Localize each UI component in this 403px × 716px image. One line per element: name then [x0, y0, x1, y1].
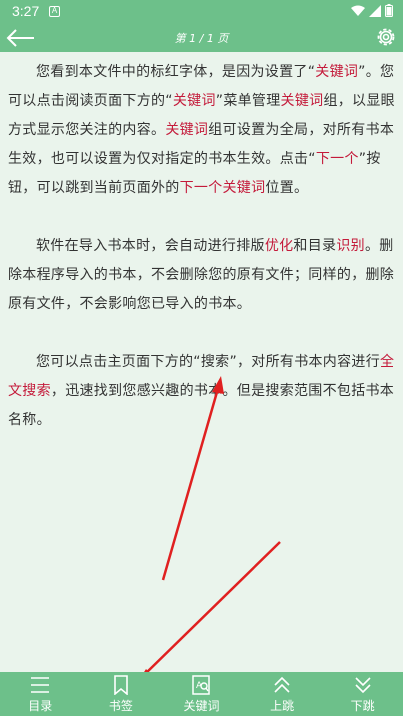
- gear-icon: [377, 28, 395, 46]
- wifi-icon: [351, 5, 365, 16]
- keyword-highlight: 关键词: [315, 64, 359, 80]
- keyword-highlight: 优化: [264, 238, 294, 254]
- double-chevron-down-icon: [355, 677, 371, 694]
- nav-toc[interactable]: 目录: [5, 672, 75, 716]
- nav-bookmark[interactable]: 书签: [86, 672, 156, 716]
- bottom-nav: 目录 书签 A 关键词 上跳 下跳: [0, 672, 403, 716]
- keyword-search-icon: A: [192, 675, 211, 695]
- signal-icon: [369, 4, 381, 17]
- bookmark-icon: [114, 675, 128, 695]
- page-indicator: 第 1 / 1 页: [174, 32, 229, 45]
- text-segment: 您可以点击主页面下方的“搜索”，对所有书本内容进行: [36, 354, 381, 370]
- nav-jump-up-label: 上跳: [270, 699, 295, 713]
- status-time: 3:27: [12, 3, 40, 19]
- nav-toc-label: 目录: [28, 699, 53, 713]
- list-icon: [31, 677, 50, 693]
- keyword-highlight: 下一个关键词: [179, 180, 266, 196]
- nav-jump-down-label: 下跳: [350, 699, 375, 713]
- double-chevron-up-icon: [274, 676, 290, 693]
- keyword-highlight: 关键词: [280, 93, 324, 109]
- notification-icon: A: [49, 6, 60, 17]
- nav-bookmark-label: 书签: [108, 699, 133, 713]
- text-segment: 您看到本文件中的标红字体，是因为设置了“: [36, 64, 316, 80]
- keyword-highlight: 识别: [336, 238, 365, 254]
- keyword-highlight: 关键词: [172, 93, 216, 109]
- annotation-arrow-down: [142, 541, 281, 677]
- app-bar: 第 1 / 1 页: [0, 24, 403, 52]
- nav-jump-up[interactable]: 上跳: [247, 672, 317, 716]
- text-segment: ，迅速找到您感兴趣的书本。但是搜索范围不包括书本名称。: [8, 383, 395, 428]
- keyword-highlight: 下一个: [315, 151, 359, 167]
- status-bar: 3:27 A: [0, 0, 403, 24]
- text-segment: 和目录: [293, 238, 337, 254]
- status-icons: [351, 4, 393, 17]
- text-segment: ”菜单管理: [215, 93, 281, 109]
- settings-button[interactable]: [375, 26, 397, 48]
- reading-content: 您看到本文件中的标红字体，是因为设置了“关键词”。您可以点击阅读页面下方的“关键…: [8, 58, 395, 464]
- nav-jump-down[interactable]: 下跳: [328, 672, 398, 716]
- nav-keyword-label: 关键词: [183, 699, 220, 713]
- nav-keyword[interactable]: A 关键词: [166, 672, 236, 716]
- svg-text:A: A: [196, 681, 203, 691]
- paragraph-3: 您可以点击主页面下方的“搜索”，对所有书本内容进行全文搜索，迅速找到您感兴趣的书…: [8, 348, 395, 435]
- battery-icon: [385, 4, 393, 17]
- text-segment: 位置。: [265, 180, 309, 196]
- paragraph-1: 您看到本文件中的标红字体，是因为设置了“关键词”。您可以点击阅读页面下方的“关键…: [8, 58, 395, 203]
- keyword-highlight: 关键词: [165, 122, 209, 138]
- paragraph-2: 软件在导入书本时，会自动进行排版优化和目录识别。删除本程序导入的书本，不会删除您…: [8, 232, 395, 319]
- text-segment: 软件在导入书本时，会自动进行排版: [36, 238, 265, 254]
